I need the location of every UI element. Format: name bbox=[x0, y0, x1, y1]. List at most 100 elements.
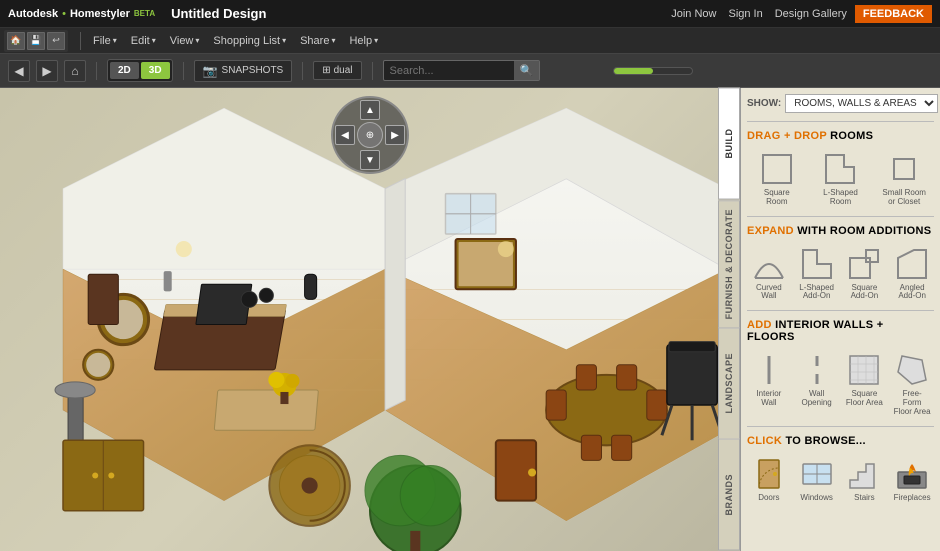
back-btn[interactable]: ◀ bbox=[8, 60, 30, 82]
stairs-label: Stairs bbox=[854, 494, 874, 503]
windows-label: Windows bbox=[800, 494, 832, 503]
wall-opening-label: WallOpening bbox=[802, 390, 832, 408]
l-shaped-room-label: L-ShapedRoom bbox=[823, 189, 858, 207]
feedback-button[interactable]: FEEDBACK bbox=[855, 5, 932, 23]
home-nav-btn[interactable]: ⌂ bbox=[64, 60, 86, 82]
divider-2 bbox=[747, 216, 934, 217]
design-gallery-link[interactable]: Design Gallery bbox=[775, 8, 847, 20]
logo-beta: BETA bbox=[134, 9, 155, 18]
fireplaces-icon[interactable]: Fireplaces bbox=[890, 453, 934, 506]
dual-label: dual bbox=[334, 65, 353, 76]
menu-shopping-label: Shopping List bbox=[213, 35, 280, 47]
click-rest: TO BROWSE... bbox=[785, 435, 865, 447]
sign-in-link[interactable]: Sign In bbox=[728, 8, 762, 20]
vert-tab-brands[interactable]: BRANDS bbox=[718, 439, 740, 551]
square-floor-label: SquareFloor Area bbox=[846, 390, 883, 408]
menu-share-label: Share bbox=[300, 35, 329, 47]
menu-icon-group: 🏠 💾 ↩ bbox=[4, 30, 68, 52]
menu-separator bbox=[80, 32, 81, 50]
fireplaces-label: Fireplaces bbox=[894, 494, 931, 503]
logo-homestyler: Homestyler bbox=[70, 8, 130, 20]
menu-shopping[interactable]: Shopping List ▾ bbox=[207, 28, 292, 54]
menu-edit[interactable]: Edit ▾ bbox=[125, 28, 162, 54]
vert-tab-furnish[interactable]: FURNISH & DECORATE bbox=[718, 200, 740, 328]
menu-view[interactable]: View ▾ bbox=[164, 28, 206, 54]
snapshot-btn[interactable]: 📷 SNAPSHOTS bbox=[194, 60, 293, 82]
menu-share-arrow: ▾ bbox=[331, 36, 335, 45]
freeform-floor-label: Free-FormFloor Area bbox=[893, 390, 931, 416]
square-floor-icon[interactable]: SquareFloor Area bbox=[843, 349, 887, 419]
expand-orange: EXPAND bbox=[747, 225, 794, 237]
menu-file[interactable]: File ▾ bbox=[87, 28, 123, 54]
square-addon-label: SquareAdd-On bbox=[851, 284, 879, 302]
small-room-icon[interactable]: Small Roomor Closet bbox=[874, 148, 934, 210]
join-now-link[interactable]: Join Now bbox=[671, 8, 716, 20]
small-room-label: Small Roomor Closet bbox=[882, 189, 926, 207]
save-icon-btn[interactable]: 💾 bbox=[27, 32, 45, 50]
angled-addon-icon[interactable]: AngledAdd-On bbox=[890, 243, 934, 305]
l-shaped-room-icon[interactable]: L-ShapedRoom bbox=[811, 148, 871, 210]
undo-icon-btn[interactable]: ↩ bbox=[47, 32, 65, 50]
view-3d-btn[interactable]: 3D bbox=[141, 62, 170, 79]
section-browse: CLICK TO BROWSE... bbox=[747, 435, 934, 447]
menu-share[interactable]: Share ▾ bbox=[294, 28, 341, 54]
drag-orange: DRAG + DROP bbox=[747, 130, 827, 142]
section-drag-drop: DRAG + DROP ROOMS bbox=[747, 130, 934, 142]
interior-wall-icon[interactable]: InteriorWall bbox=[747, 349, 791, 419]
menu-bar: 🏠 💾 ↩ File ▾ Edit ▾ View ▾ Shopping List… bbox=[0, 28, 940, 54]
add-orange: ADD bbox=[747, 319, 772, 331]
windows-icon[interactable]: Windows bbox=[795, 453, 839, 506]
toolbar-sep4 bbox=[372, 62, 373, 80]
top-bar: Autodesk • Homestyler BETA Untitled Desi… bbox=[0, 0, 940, 28]
vert-tab-build[interactable]: BUILD bbox=[718, 88, 740, 200]
vert-tabs: BUILD FURNISH & DECORATE LANDSCAPE BRAND… bbox=[718, 88, 740, 551]
logo: Autodesk • Homestyler BETA bbox=[8, 8, 155, 20]
expand-rest: WITH ROOM ADDITIONS bbox=[797, 225, 931, 237]
section-expand: EXPAND WITH ROOM ADDITIONS bbox=[747, 225, 934, 237]
nav-down-btn[interactable]: ▼ bbox=[360, 150, 380, 170]
dual-icon: ⊞ bbox=[322, 65, 330, 76]
expand-grid: Curved Wall L-ShapedAdd-On SquareAdd-On bbox=[747, 243, 934, 305]
toolbar: ◀ ▶ ⌂ 2D 3D 📷 SNAPSHOTS ⊞ dual 🔍 bbox=[0, 54, 940, 88]
menu-help[interactable]: Help ▾ bbox=[343, 28, 384, 54]
drag-drop-grid: SquareRoom L-ShapedRoom Small Roomor Clo… bbox=[747, 148, 934, 210]
nav-up-btn[interactable]: ▲ bbox=[360, 100, 380, 120]
menu-help-arrow: ▾ bbox=[374, 36, 378, 45]
square-room-label: SquareRoom bbox=[764, 189, 790, 207]
nav-left-btn[interactable]: ◀ bbox=[335, 125, 355, 145]
divider-4 bbox=[747, 426, 934, 427]
section-add-walls: ADD INTERIOR WALLS + FLOORS bbox=[747, 319, 934, 343]
show-label: SHOW: bbox=[747, 98, 781, 109]
dual-btn[interactable]: ⊞ dual bbox=[313, 61, 361, 80]
toolbar-search: 🔍 bbox=[383, 60, 541, 81]
square-room-icon[interactable]: SquareRoom bbox=[747, 148, 807, 210]
angled-addon-label: AngledAdd-On bbox=[898, 284, 926, 302]
doors-icon[interactable]: Doors bbox=[747, 453, 791, 506]
show-select[interactable]: ROOMS, WALLS & AREAS bbox=[785, 94, 938, 113]
vert-tab-landscape[interactable]: LANDSCAPE bbox=[718, 328, 740, 440]
freeform-floor-icon[interactable]: Free-FormFloor Area bbox=[890, 349, 934, 419]
canvas[interactable]: ⊕ ▲ ▼ ◀ ▶ bbox=[0, 88, 740, 551]
view-2d-btn[interactable]: 2D bbox=[110, 62, 139, 79]
curved-wall-label: Curved Wall bbox=[750, 284, 788, 302]
main-area: ⊕ ▲ ▼ ◀ ▶ bbox=[0, 88, 940, 551]
divider-3 bbox=[747, 310, 934, 311]
l-shaped-addon-label: L-ShapedAdd-On bbox=[799, 284, 834, 302]
toolbar-sep2 bbox=[183, 62, 184, 80]
logo-autodesk: Autodesk bbox=[8, 8, 58, 20]
menu-file-label: File bbox=[93, 35, 111, 47]
menu-shopping-arrow: ▾ bbox=[282, 36, 286, 45]
curved-wall-icon[interactable]: Curved Wall bbox=[747, 243, 791, 305]
search-go-btn[interactable]: 🔍 bbox=[514, 61, 540, 80]
stairs-icon[interactable]: Stairs bbox=[843, 453, 887, 506]
home-icon-btn[interactable]: 🏠 bbox=[7, 32, 25, 50]
search-input[interactable] bbox=[384, 62, 514, 80]
forward-btn[interactable]: ▶ bbox=[36, 60, 58, 82]
doors-label: Doors bbox=[758, 494, 779, 503]
l-shaped-addon-icon[interactable]: L-ShapedAdd-On bbox=[795, 243, 839, 305]
square-addon-icon[interactable]: SquareAdd-On bbox=[843, 243, 887, 305]
wall-opening-icon[interactable]: WallOpening bbox=[795, 349, 839, 419]
view-toggle-group: 2D 3D bbox=[107, 59, 173, 82]
nav-right-btn[interactable]: ▶ bbox=[385, 125, 405, 145]
design-title: Untitled Design bbox=[171, 6, 671, 21]
